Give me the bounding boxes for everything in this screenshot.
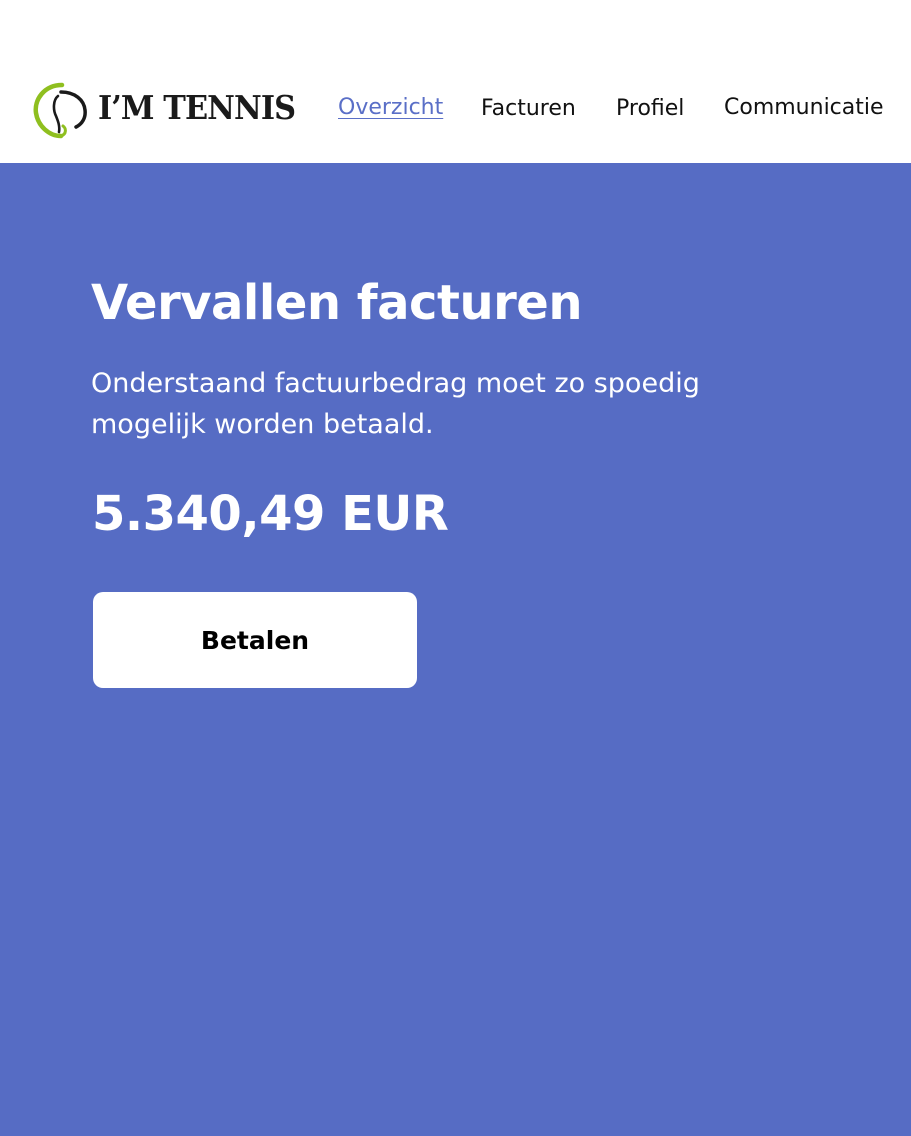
overdue-invoices-section: Vervallen facturen Onderstaand factuurbe… bbox=[0, 163, 911, 1136]
nav-link-facturen[interactable]: Facturen bbox=[481, 96, 576, 121]
nav-link-profiel[interactable]: Profiel bbox=[616, 96, 684, 121]
brand-logo[interactable]: I’M TENNIS bbox=[32, 80, 298, 140]
outstanding-amount: 5.340,49 EUR bbox=[92, 486, 449, 542]
nav-link-communicatie[interactable]: Communicatie bbox=[724, 95, 884, 120]
tennis-swoosh-icon bbox=[33, 82, 87, 139]
site-header: I’M TENNIS Overzicht Facturen Profiel Co… bbox=[0, 0, 911, 163]
brand-name: I’M TENNIS bbox=[98, 88, 296, 127]
overdue-description: Onderstaand factuurbedrag moet zo spoedi… bbox=[91, 368, 700, 440]
page-title: Vervallen facturen bbox=[91, 275, 583, 331]
nav-link-overzicht[interactable]: Overzicht bbox=[338, 95, 443, 120]
pay-button[interactable]: Betalen bbox=[93, 592, 417, 688]
